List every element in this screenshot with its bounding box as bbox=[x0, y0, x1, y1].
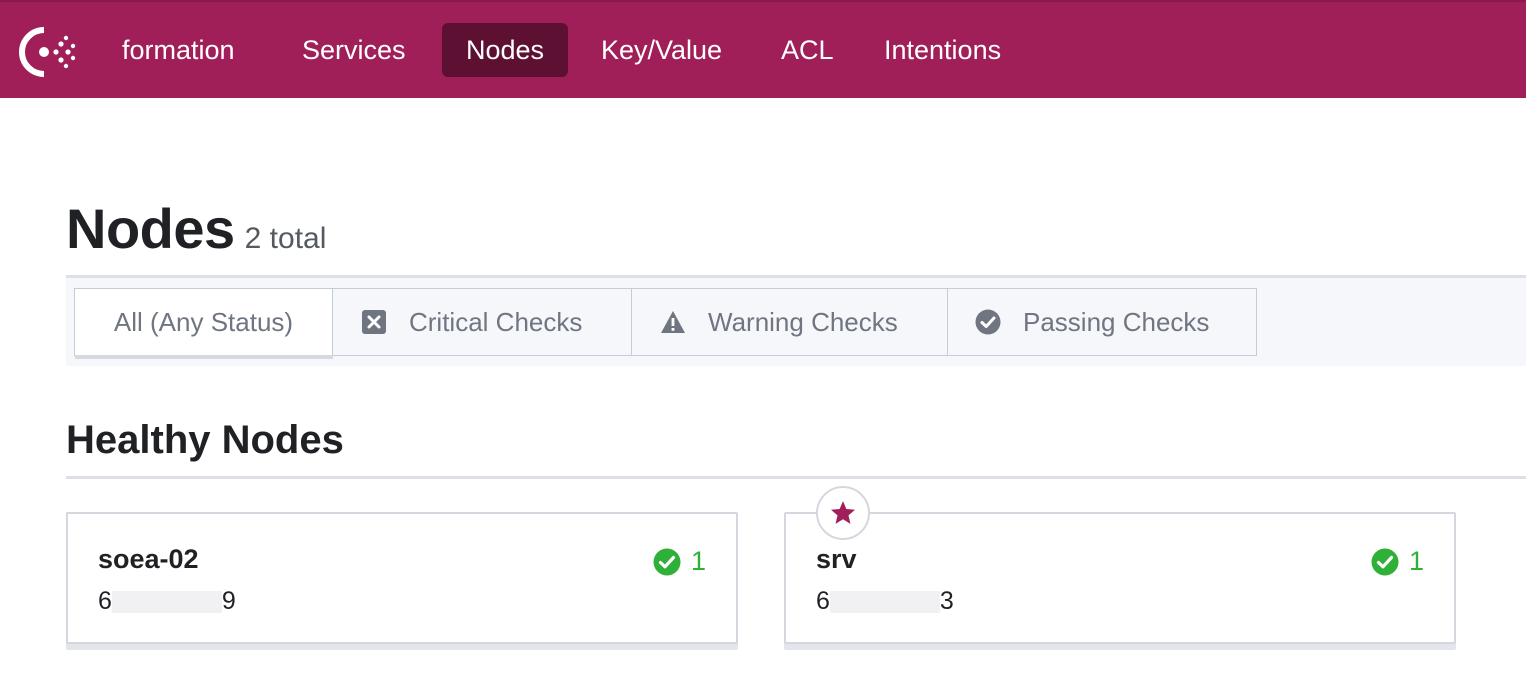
filter-all-label: All (Any Status) bbox=[113, 306, 294, 337]
filter-passing-checks[interactable]: Passing Checks bbox=[948, 289, 1256, 355]
node-name[interactable]: srv bbox=[816, 544, 857, 575]
node-address: 63 bbox=[816, 587, 954, 616]
node-card-soea-02[interactable]: soea-02 69 1 bbox=[66, 512, 738, 644]
section-title-healthy-nodes: Healthy Nodes bbox=[66, 418, 344, 462]
page-title-text: Nodes bbox=[66, 197, 235, 260]
node-address-start: 6 bbox=[98, 587, 112, 615]
node-card-srv[interactable]: srv 63 1 bbox=[784, 486, 1456, 644]
page-title: Nodes 2 total bbox=[66, 196, 326, 261]
passing-check-icon bbox=[1371, 548, 1399, 575]
consul-logo-icon[interactable] bbox=[14, 24, 78, 80]
nav-item-nodes[interactable]: Nodes bbox=[442, 23, 569, 77]
filter-critical-checks[interactable]: Critical Checks bbox=[333, 289, 632, 355]
passing-check-icon bbox=[975, 309, 1001, 335]
filter-all-status[interactable]: All (Any Status) bbox=[75, 289, 333, 355]
leader-badge bbox=[816, 486, 870, 540]
node-address-end: 9 bbox=[221, 587, 236, 615]
nav-item-acl[interactable]: ACL bbox=[757, 23, 858, 77]
nav-item-services[interactable]: Services bbox=[278, 23, 430, 77]
filter-critical-label: Critical Checks bbox=[409, 306, 583, 337]
filter-passing-label: Passing Checks bbox=[1023, 306, 1210, 337]
passing-count: 1 bbox=[1408, 546, 1424, 576]
nav-item-information[interactable]: formation bbox=[98, 23, 259, 77]
filter-warning-label: Warning Checks bbox=[708, 306, 898, 337]
passing-health-count: 1 bbox=[653, 546, 706, 577]
node-name[interactable]: soea-02 bbox=[98, 544, 199, 575]
health-filter-tabs: All (Any Status) Critical Checks Warning… bbox=[74, 288, 1257, 356]
node-address-start: 6 bbox=[816, 587, 830, 615]
nav-item-key-value[interactable]: Key/Value bbox=[577, 23, 746, 77]
node-count: 2 total bbox=[244, 222, 327, 255]
critical-x-icon bbox=[362, 310, 386, 334]
passing-health-count: 1 bbox=[1371, 546, 1424, 577]
star-icon bbox=[830, 501, 856, 524]
top-nav-bar: formation Services Nodes Key/Value ACL I… bbox=[0, 0, 1526, 98]
node-address: 69 bbox=[98, 587, 236, 616]
passing-check-icon bbox=[653, 548, 681, 575]
warning-triangle-icon bbox=[661, 311, 685, 333]
section-divider bbox=[66, 476, 1526, 479]
redacted-address bbox=[829, 591, 940, 614]
node-address-end: 3 bbox=[939, 587, 954, 615]
filter-bar: All (Any Status) Critical Checks Warning… bbox=[66, 278, 1526, 366]
passing-count: 1 bbox=[690, 546, 706, 576]
redacted-address bbox=[111, 591, 222, 614]
filter-warning-checks[interactable]: Warning Checks bbox=[632, 289, 948, 355]
nav-item-intentions[interactable]: Intentions bbox=[860, 23, 1025, 77]
